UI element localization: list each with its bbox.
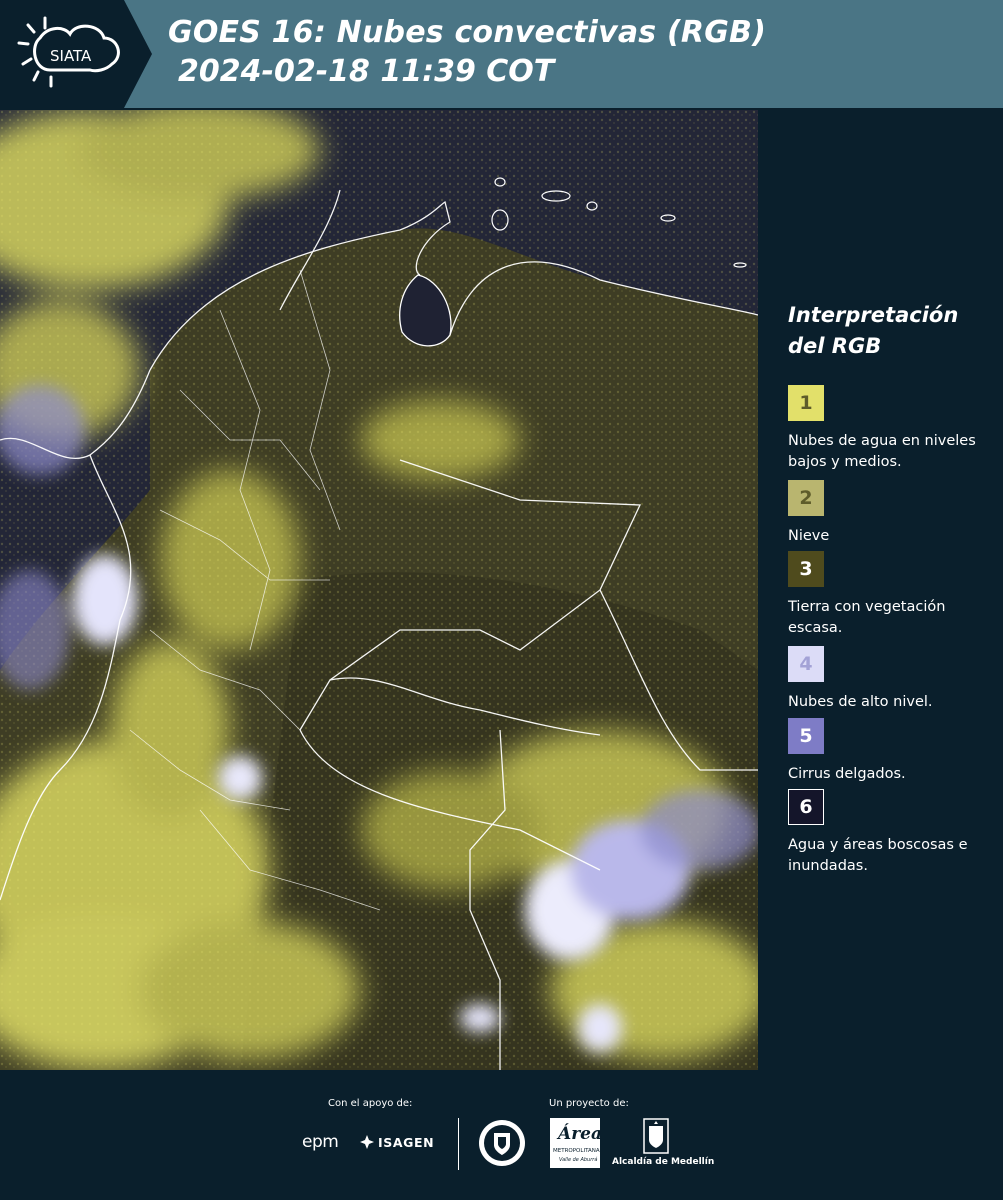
legend-item-2: 2 Nieve (788, 480, 993, 547)
alcaldia-seal-icon (643, 1118, 669, 1154)
satellite-image (0, 110, 758, 1070)
area-metropolitana-logo: Área METROPOLITANA Valle de Aburrá (550, 1118, 602, 1168)
support-label: Con el apoyo de: (328, 1098, 413, 1109)
legend-item-5: 5 Cirrus delgados. (788, 718, 993, 785)
legend-swatch: 5 (788, 718, 824, 754)
legend-title-line2: del RGB (788, 334, 882, 358)
footer-divider (458, 1118, 459, 1170)
legend-item-1: 1 Nubes de agua en niveles bajos y medio… (788, 385, 993, 473)
project-label: Un proyecto de: (549, 1098, 629, 1109)
satellite-map (0, 110, 758, 1070)
legend-item-3: 3 Tierra con vegetación escasa. (788, 551, 993, 639)
legend-swatch: 1 (788, 385, 824, 421)
legend-label: Nubes de alto nivel. (788, 694, 933, 710)
header-bar: SIATA GOES 16: Nubes convectivas (RGB) 2… (0, 0, 1003, 108)
legend-label: Agua y áreas boscosas e inundadas. (788, 837, 968, 874)
legend-panel: Interpretación del RGB 1 Nubes de agua e… (760, 110, 1003, 1070)
legend-label: Tierra con vegetación escasa. (788, 599, 946, 636)
legend-label: Nieve (788, 528, 830, 544)
legend-swatch: 4 (788, 646, 824, 682)
legend-item-4: 4 Nubes de alto nivel. (788, 646, 993, 713)
legend-item-6: 6 Agua y áreas boscosas e inundadas. (788, 789, 993, 877)
footer: Con el apoyo de: Un proyecto de: epm ISA… (0, 1070, 1003, 1200)
page-timestamp: 2024-02-18 11:39 COT (178, 54, 555, 89)
legend-swatch: 2 (788, 480, 824, 516)
legend-label: Cirrus delgados. (788, 766, 906, 782)
legend-swatch: 3 (788, 551, 824, 587)
isagen-icon (360, 1134, 374, 1149)
legend-swatch: 6 (788, 789, 824, 825)
siata-logo: SIATA (0, 0, 152, 108)
legend-title: Interpretación del RGB (788, 300, 988, 362)
epm-logo: epm (302, 1132, 339, 1152)
legend-label: Nubes de agua en niveles bajos y medios. (788, 433, 976, 470)
legend-title-line1: Interpretación (788, 303, 959, 327)
page-title: GOES 16: Nubes convectivas (RGB) (168, 15, 767, 50)
medellin-seal-icon (477, 1118, 527, 1168)
isagen-logo: ISAGEN (378, 1135, 435, 1150)
alcaldia-label: Alcaldía de Medellín (612, 1157, 715, 1167)
logo-text: SIATA (50, 47, 92, 65)
